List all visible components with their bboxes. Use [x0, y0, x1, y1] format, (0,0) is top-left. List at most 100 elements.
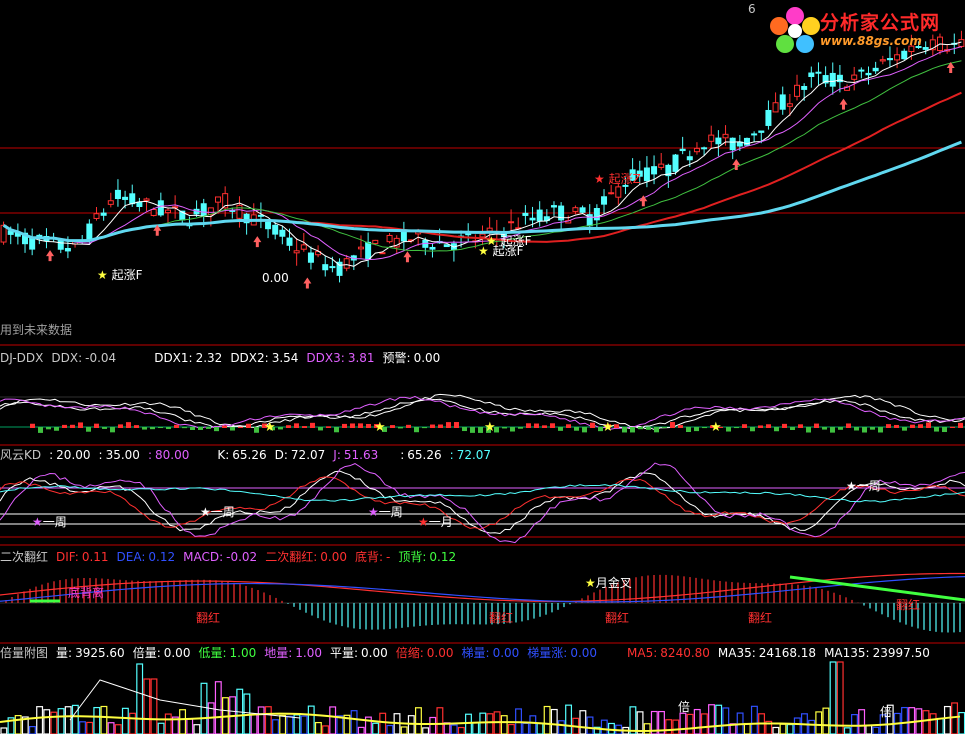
volume-bar-17	[121, 707, 129, 734]
macd_panel-field-label-5: 顶背:	[398, 550, 427, 564]
macd_panel-field-label-4: 底背:	[354, 550, 384, 564]
price-top-label: 6	[748, 2, 756, 16]
ddx-bar-430	[430, 424, 435, 428]
volume_panel-field-label-3: 地量:	[264, 646, 293, 660]
ddx-bar-454	[454, 422, 459, 428]
volume-bar-26	[186, 718, 194, 734]
volume-bar-15	[107, 722, 115, 734]
ddx-bar-958	[958, 422, 963, 428]
candle-body-53	[379, 252, 386, 255]
ddx-panel-header: DJ-DDX DDX: -0.04 DDX1: 2.32 DDX2: 3.54 DDX3: 3.…	[0, 351, 448, 365]
volume_panel-field-label-4: 平量:	[329, 646, 359, 660]
candle-body-77	[550, 205, 557, 208]
volume_panel-field-value-4: 0.00	[361, 646, 388, 660]
volume-bar-115	[822, 707, 830, 734]
volume-bar-64	[457, 726, 465, 734]
ddx-bar-310	[310, 422, 315, 428]
kd-week-label-2: ★一周	[200, 505, 235, 519]
ddx-bar-174	[174, 424, 179, 428]
macd_panel-field-4: 底背: -	[355, 550, 390, 564]
volume-bar-90	[643, 723, 651, 734]
volume-panel-header: 倍量附图 量: 3925.60 倍量: 0.00 低量: 1.00 地量: 1.00 平量: 0.0…	[0, 646, 938, 660]
candle-body-67	[479, 233, 486, 238]
volume-bar-131	[936, 717, 944, 734]
volume-bar-9	[64, 706, 72, 734]
ddx-bar-622	[622, 427, 627, 433]
volume-bar-40	[286, 715, 294, 734]
ddx-bar-846	[846, 423, 851, 428]
kd_panel-field-value-6: 65.26	[407, 448, 442, 462]
macd_panel-field-2: MACD: -0.02	[183, 550, 257, 564]
volume_panel-name: 倍量附图	[0, 646, 49, 660]
kd_panel-name: 风云KD	[0, 448, 42, 462]
ma-line-red	[3, 91, 962, 243]
ddx-bar-446	[446, 422, 451, 428]
volume-bar-82	[586, 716, 594, 734]
kd-d-line	[0, 476, 965, 530]
candle-body-108	[772, 102, 779, 113]
candle-body-74	[529, 217, 536, 221]
vol-bei-label-2: 倍	[880, 705, 893, 719]
candle-body-60	[429, 246, 436, 250]
candle-body-105	[751, 133, 758, 136]
candle-body-9	[64, 248, 71, 252]
volume_panel-field-value-6: 0.00	[492, 646, 520, 660]
candle-body-8	[57, 239, 64, 250]
buy-arrow-icon-7	[839, 98, 848, 110]
volume-bar-120	[858, 709, 866, 734]
candle-body-38	[272, 224, 279, 235]
ddx-bar-726	[726, 427, 731, 432]
candle-body-99	[708, 134, 715, 142]
volume-bar-132	[943, 705, 951, 734]
ddx-bar-550	[550, 423, 555, 428]
volume-bar-4	[28, 726, 36, 734]
ddx_panel-name: DJ-DDX	[0, 351, 44, 365]
ddx-bar-278	[278, 427, 283, 430]
candle-body-46	[329, 266, 336, 269]
volume_panel-field-3: 地量: 1.00	[264, 646, 322, 660]
ddx-bar-566	[566, 424, 571, 428]
ddx-bar-934	[934, 427, 939, 432]
buy-arrow-icon-3	[303, 277, 312, 289]
kd_panel-field-label-4: D:	[274, 448, 288, 462]
volume-bar-16	[114, 724, 122, 734]
volume-bar-2	[14, 715, 22, 734]
ddx_panel-field-label-3: DDX3:	[306, 351, 345, 365]
volume_panel-field-value-2: 1.00	[229, 646, 257, 660]
volume-bar-129	[922, 710, 930, 734]
kd_panel-field-value-3: 65.26	[232, 448, 267, 462]
volume-bar-68	[486, 713, 494, 734]
ddx-bar-110	[110, 427, 115, 433]
candle-body-51	[365, 241, 372, 260]
ddx-bar-870	[870, 427, 875, 430]
ddx-bar-750	[750, 427, 755, 432]
volume_panel-field-0: 量: 3925.60	[56, 646, 125, 660]
volume-bar-20	[143, 678, 151, 734]
volume-bar-0	[0, 727, 8, 734]
volume_panel-field-value-9: 24168.18	[758, 646, 817, 660]
volume-bar-109	[779, 723, 787, 734]
volume_panel-field-2: 低量: 1.00	[198, 646, 256, 660]
ddx-bar-830	[830, 427, 835, 433]
kd_panel-field-value-2: 80.00	[154, 448, 190, 462]
candle-body-41	[293, 250, 300, 254]
ddx_panel-field-4: 预警: 0.00	[383, 351, 441, 365]
volume-bar-116	[829, 661, 837, 734]
volume-bar-99	[708, 704, 715, 734]
macd-fanhong-1: 翻红	[196, 611, 221, 625]
ddx-bar-894	[894, 424, 899, 428]
ddx-bar-614	[614, 424, 619, 428]
kd_panel-field-value-1: 35.00	[105, 448, 140, 462]
macd_panel-field-label-3: 二次翻红:	[265, 550, 318, 564]
ddx-star-icon-3: ★	[602, 420, 614, 435]
buy-arrow-icon-4	[403, 251, 412, 263]
volume-bar-66	[472, 722, 480, 734]
candle-body-109	[779, 94, 786, 110]
candle-body-121	[865, 72, 872, 76]
volume-bar-111	[793, 717, 801, 734]
volume-bar-67	[479, 712, 487, 734]
volume_panel-field-7: 梯量涨: 0.00	[527, 646, 597, 660]
kd_panel-field-2: :80.00	[148, 448, 189, 462]
candle-body-50	[357, 246, 364, 250]
ddx-bar-886	[886, 424, 891, 428]
